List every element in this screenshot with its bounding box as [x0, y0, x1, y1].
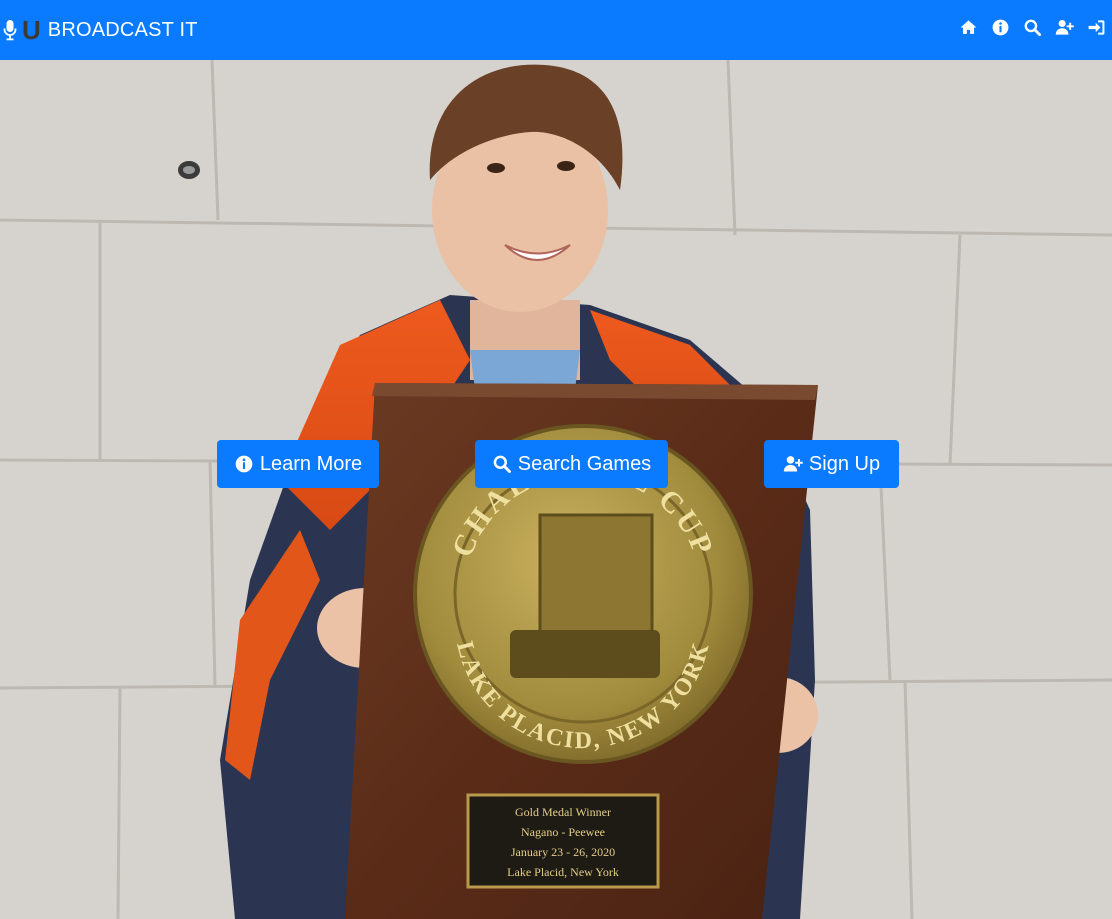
home-icon[interactable] [959, 18, 978, 37]
sign-up-button[interactable]: Sign Up [764, 440, 899, 488]
info-icon [235, 455, 253, 473]
sign-in-icon[interactable] [1087, 18, 1106, 37]
search-games-label: Search Games [517, 452, 652, 475]
info-icon[interactable] [991, 18, 1010, 37]
brand-link[interactable]: U BROADCAST IT [3, 17, 198, 43]
nav-icon-group [959, 18, 1106, 37]
brand-name: BROADCAST IT [47, 18, 198, 41]
learn-more-button[interactable]: Learn More [217, 440, 379, 488]
hero-background-image [0, 60, 1112, 919]
search-icon [493, 455, 511, 473]
navbar: U BROADCAST IT [0, 0, 1112, 60]
user-plus-icon[interactable] [1055, 18, 1074, 37]
learn-more-label: Learn More [259, 452, 363, 475]
brand-letter: U [22, 15, 41, 45]
search-icon[interactable] [1023, 18, 1042, 37]
microphone-icon [3, 19, 17, 41]
sign-up-label: Sign Up [808, 452, 881, 475]
search-games-button[interactable]: Search Games [475, 440, 668, 488]
hero-section: CHALLENGE CUP LAKE PLACID, NEW YORK Gold… [0, 60, 1112, 919]
user-plus-icon [783, 456, 803, 472]
